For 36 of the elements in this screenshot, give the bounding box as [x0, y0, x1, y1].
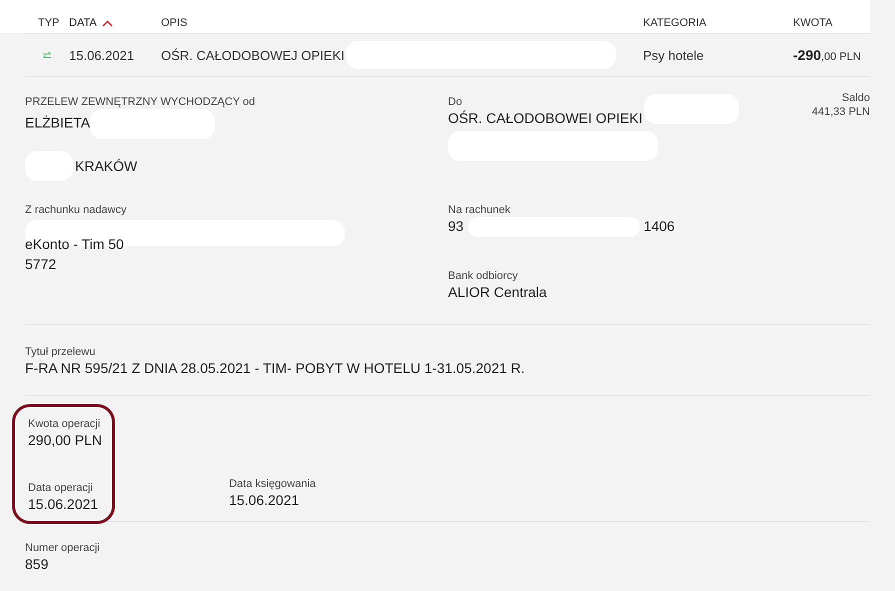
- field-value: F-RA NR 595/21 Z DNIA 28.05.2021 - TIM- POBYT W HOTELU 1-31.05.2021 R.: [25, 359, 526, 377]
- field-label: Kwota operacji: [28, 417, 102, 431]
- field-label: Na rachunek: [448, 203, 512, 217]
- column-header[interactable]: OPIS: [161, 17, 188, 29]
- field-label: Do: [448, 95, 464, 109]
- column-header[interactable]: KWOTA: [793, 17, 833, 29]
- amount-text: -290,00 PLN: [793, 47, 861, 63]
- column-header[interactable]: KATEGORIA: [643, 17, 706, 29]
- field-value: 93: [448, 218, 464, 234]
- balance-value: 441,33 PLN: [812, 105, 870, 119]
- field-value: ELŻBIETA: [25, 114, 90, 131]
- field-label: Saldo: [840, 91, 870, 105]
- field-value: 859: [25, 555, 50, 573]
- field-label: Bank odbiorcy: [448, 269, 519, 284]
- column-header[interactable]: TYP: [38, 17, 60, 29]
- field-value: KRAKÓW: [75, 157, 138, 175]
- field-value: OŚR. CAŁODOBOWEI OPIEKI: [448, 110, 642, 126]
- field-value: 290,00 PLN: [28, 431, 102, 449]
- column-header[interactable]: DATA: [69, 17, 97, 29]
- table-cell: OŚR. CAŁODOBOWEJ OPIEKI: [161, 48, 344, 62]
- table-cell: Psy hotele: [643, 48, 704, 62]
- field-value: 15.06.2021: [228, 491, 300, 509]
- field-value: 15.06.2021: [28, 495, 100, 513]
- field-label: PRZELEW ZEWNĘTRZNY WYCHODZĄCY od: [25, 95, 256, 109]
- field-value: 5772: [25, 255, 58, 274]
- field-label: Data operacji: [28, 481, 94, 495]
- field-label: Numer operacji: [25, 541, 101, 555]
- field-value: eKonto - Tim 50: [25, 235, 125, 254]
- transfer-arrows-icon: [42, 50, 52, 60]
- sort-ascending-icon: [102, 20, 113, 26]
- field-value: 1406: [644, 218, 675, 234]
- field-label: Tytuł przelewu: [25, 345, 96, 359]
- field-label: Data księgowania: [228, 477, 316, 491]
- field-label: Z rachunku nadawcy: [25, 203, 128, 217]
- table-cell: 15.06.2021: [69, 48, 134, 62]
- field-value: ALIOR Centrala: [448, 283, 548, 302]
